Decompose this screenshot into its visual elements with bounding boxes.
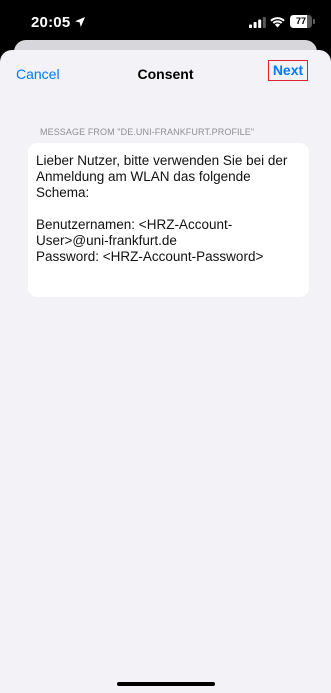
- message-body: Lieber Nutzer, bitte verwenden Sie bei d…: [36, 153, 288, 264]
- wifi-icon: [270, 17, 285, 28]
- message-card: Lieber Nutzer, bitte verwenden Sie bei d…: [28, 143, 309, 297]
- battery-icon: 77: [290, 15, 315, 28]
- cellular-signal-icon: [249, 17, 266, 28]
- navigation-bar: Cancel Consent Next: [0, 50, 331, 96]
- phone-screen: 20:05 77 Cancel Consent Next MESSAGE FRO…: [0, 0, 331, 693]
- location-arrow-icon: [75, 17, 85, 27]
- next-button[interactable]: Next: [268, 60, 308, 81]
- home-indicator[interactable]: [117, 682, 215, 686]
- message-source-header: MESSAGE FROM "DE.UNI-FRANKFURT.PROFILE": [40, 127, 255, 137]
- consent-sheet: Cancel Consent Next MESSAGE FROM "DE.UNI…: [0, 50, 331, 693]
- battery-body: 77: [290, 15, 312, 28]
- battery-tip: [313, 19, 315, 24]
- status-time: 20:05: [31, 14, 71, 31]
- battery-level: 77: [295, 16, 306, 26]
